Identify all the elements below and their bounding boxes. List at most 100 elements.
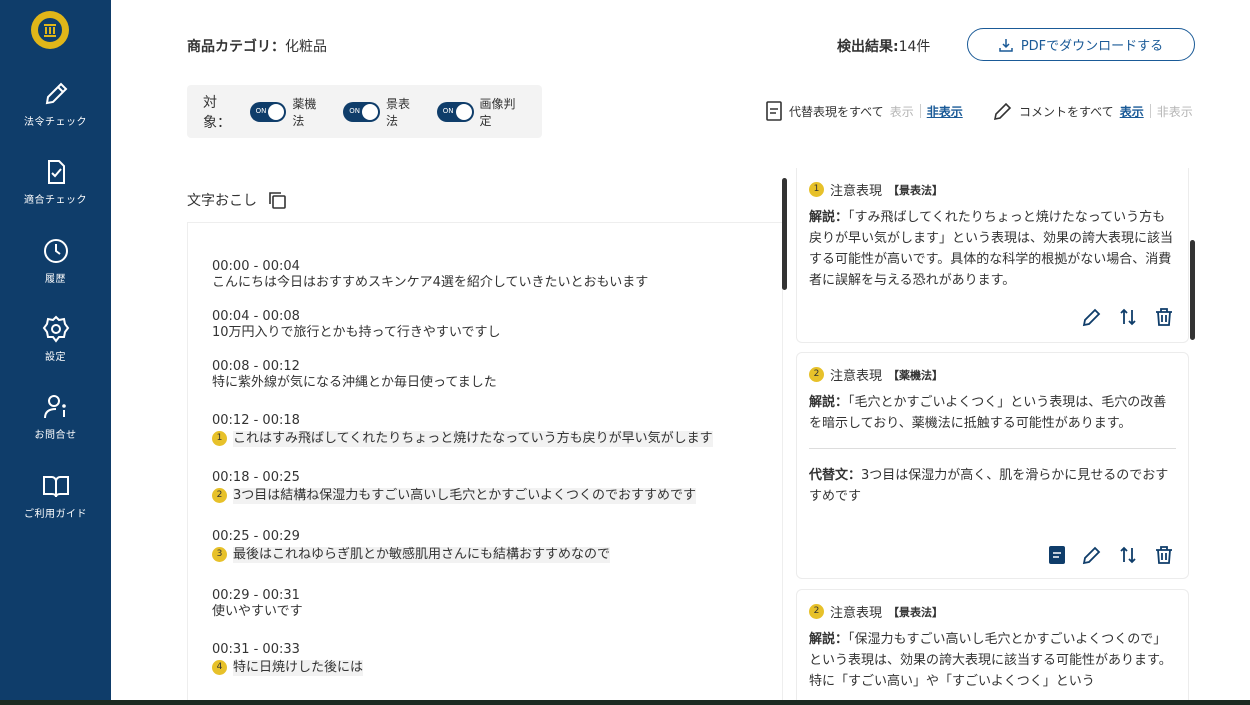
segment-time: 00:25 - 00:29: [212, 529, 300, 544]
segment-text-flagged[interactable]: 特に日焼けした後には: [233, 660, 364, 676]
segment-text: こんにちは今日はおすすめスキンケア4選を紹介していきたいとおもいます: [212, 275, 649, 290]
explanation: 解説：「保湿力もすごい高いし毛穴とかすごいよくつくので」という表現は、効果の誇大…: [809, 632, 1172, 689]
segment-time: 00:08 - 00:12: [212, 359, 300, 374]
segment-time: 00:04 - 00:08: [212, 309, 300, 324]
edit-icon[interactable]: [1082, 307, 1102, 327]
sidebar-item-settings[interactable]: 設定: [0, 315, 111, 363]
segment-time: 00:18 - 00:25: [212, 470, 300, 485]
swap-icon[interactable]: [1118, 545, 1138, 565]
issue-type: 注意表現: [830, 369, 883, 384]
sidebar-item-label: お問合せ: [34, 430, 77, 441]
filter-label: 薬機法: [292, 96, 317, 128]
copy-icon[interactable]: [267, 190, 287, 210]
law-tag: 【景表法】: [888, 183, 944, 197]
pillar-icon: [36, 16, 64, 44]
sidebar-item-label: ご利用ガイド: [24, 509, 87, 520]
issue-badge[interactable]: 4: [212, 660, 227, 675]
user-info-icon: [43, 395, 66, 419]
sidebar-item-label: 法令チェック: [24, 117, 87, 128]
sidebar-item-guide[interactable]: ご利用ガイド: [0, 472, 111, 520]
sidebar-item-label: 設定: [45, 352, 66, 363]
transcript-segment: 00:31 - 00:33 4 特に日焼けした後には: [212, 642, 364, 676]
transcript-segment: 00:29 - 00:31 使いやすいです: [212, 588, 303, 620]
divider: [919, 104, 921, 118]
pdf-button-label: PDFでダウンロードする: [1020, 39, 1164, 54]
results-value: 14件: [898, 39, 931, 55]
taskbar-strip: [0, 700, 1250, 705]
law-tag: 【景表法】: [888, 605, 944, 619]
issue-badge[interactable]: 3: [212, 547, 227, 562]
issue-badge[interactable]: 1: [212, 431, 227, 446]
sidebar-item-compliance-check[interactable]: 適合チェック: [0, 158, 111, 206]
card-actions: [1082, 307, 1174, 327]
transcript-segment: 00:00 - 00:04 こんにちは今日はおすすめスキンケア4選を紹介していき…: [212, 259, 648, 291]
doc-check-icon: [47, 160, 65, 184]
card-header: 2 注意表現 【景表法】: [809, 602, 1176, 621]
law-tag: 【薬機法】: [888, 368, 944, 382]
sidebar-item-law-check[interactable]: 法令チェック: [0, 80, 111, 128]
trash-icon[interactable]: [1154, 307, 1174, 327]
swap-icon[interactable]: [1118, 307, 1138, 327]
explanation: 解説：「すみ飛ばしてくれたりちょっと焼けたなっていう方も戻りが早い気がします」と…: [809, 210, 1174, 288]
alt-show-link[interactable]: 表示: [890, 103, 914, 120]
segment-text-flagged[interactable]: これはすみ飛ばしてくれたりちょっと焼けたなっていう方も戻りが早い気がします: [233, 431, 713, 447]
document-icon[interactable]: [1048, 545, 1066, 565]
logo[interactable]: [31, 11, 69, 49]
alt-control-label: 代替表現をすべて: [789, 104, 884, 119]
transcript-segment: 00:25 - 00:29 3 最後はこれねゆらぎ肌とか敏感肌用さんにも結構おすす…: [212, 529, 611, 563]
issue-badge: 2: [809, 604, 824, 619]
alt-hide-link[interactable]: 非表示: [927, 103, 963, 120]
toggle-image-check[interactable]: ON: [436, 101, 474, 122]
trash-icon[interactable]: [1154, 545, 1174, 565]
filter-title: 対象：: [203, 94, 231, 131]
book-icon: [42, 476, 69, 498]
segment-text: 特に紫外線が気になる沖縄とか毎日使ってました: [212, 375, 497, 390]
target-filter: 対象： ON 薬機法 ON 景表法 ON 画像判定: [187, 85, 542, 138]
transcript-segment: 00:04 - 00:08 10万円入りで旅行とかも持って行きやすいですし: [212, 309, 501, 341]
sidebar-item-label: 履歴: [45, 274, 66, 285]
card-header: 2 注意表現 【薬機法】: [809, 365, 1176, 384]
filter-label: 画像判定: [479, 96, 516, 128]
comment-show-link[interactable]: 表示: [1120, 103, 1144, 120]
category-label: 商品カテゴリ：: [187, 39, 285, 55]
toggle-keihyoho[interactable]: ON: [343, 101, 380, 122]
gear-icon: [42, 315, 69, 343]
pdf-download-button[interactable]: PDFでダウンロードする: [967, 28, 1195, 61]
sidebar-item-history[interactable]: 履歴: [0, 237, 111, 285]
pencil-icon: [993, 102, 1012, 121]
segment-time: 00:12 - 00:18: [212, 413, 300, 428]
comment-control: コメントをすべて 表示 非表示: [993, 101, 1193, 121]
comment-hide-link[interactable]: 非表示: [1157, 103, 1193, 120]
issue-badge: 2: [809, 367, 824, 382]
category-value: 化粧品: [285, 39, 327, 55]
segment-time: 00:31 - 00:33: [212, 642, 300, 657]
transcription-panel[interactable]: 00:00 - 00:04 こんにちは今日はおすすめスキンケア4選を紹介していき…: [187, 222, 783, 700]
sidebar-item-contact[interactable]: お問合せ: [0, 393, 111, 441]
transcription-title: 文字おこし: [187, 193, 257, 209]
transcription-header: 文字おこし: [187, 190, 287, 210]
issue-type: 注意表現: [830, 606, 883, 621]
transcription-scrollbar[interactable]: [782, 178, 787, 290]
download-icon: [999, 38, 1013, 52]
edit-icon[interactable]: [1082, 545, 1102, 565]
segment-text-flagged[interactable]: 3つ目は結構ね保湿力もすごい高いし毛穴とかすごいよくつくのでおすすめです: [233, 488, 697, 504]
issue-badge[interactable]: 2: [212, 488, 227, 503]
segment-time: 00:00 - 00:04: [212, 259, 300, 274]
comments-scrollbar[interactable]: [1190, 240, 1195, 340]
segment-text: 10万円入りで旅行とかも持って行きやすいですし: [212, 325, 501, 340]
segment-time: 00:29 - 00:31: [212, 588, 300, 603]
toggle-yakkiho[interactable]: ON: [249, 101, 287, 122]
comment-control-label: コメントをすべて: [1019, 104, 1114, 119]
explanation: 解説：「毛穴とかすごいよくつく」という表現は、毛穴の改善を暗示しており、薬機法に…: [809, 395, 1167, 431]
issue-card: 1 注意表現 【景表法】 解説：「すみ飛ばしてくれたりちょっと焼けたなっていう方…: [796, 168, 1189, 343]
filter-label: 景表法: [385, 96, 410, 128]
document-icon: [766, 101, 782, 121]
alt-expression-control: 代替表現をすべて 表示 非表示: [765, 101, 963, 121]
product-category: 商品カテゴリ：化粧品: [187, 36, 327, 56]
segment-text-flagged[interactable]: 最後はこれねゆらぎ肌とか敏感肌用さんにも結構おすすめなので: [233, 547, 611, 563]
divider: [809, 448, 1176, 449]
sidebar-item-label: 適合チェック: [24, 195, 87, 206]
card-actions: [1048, 545, 1174, 565]
alternative-text: 代替文：3つ目は保湿力が高く、肌を滑らかに見せるのでおすすめです: [809, 468, 1169, 504]
transcript-segment: 00:12 - 00:18 1 これはすみ飛ばしてくれたりちょっと焼けたなっていう…: [212, 413, 713, 447]
